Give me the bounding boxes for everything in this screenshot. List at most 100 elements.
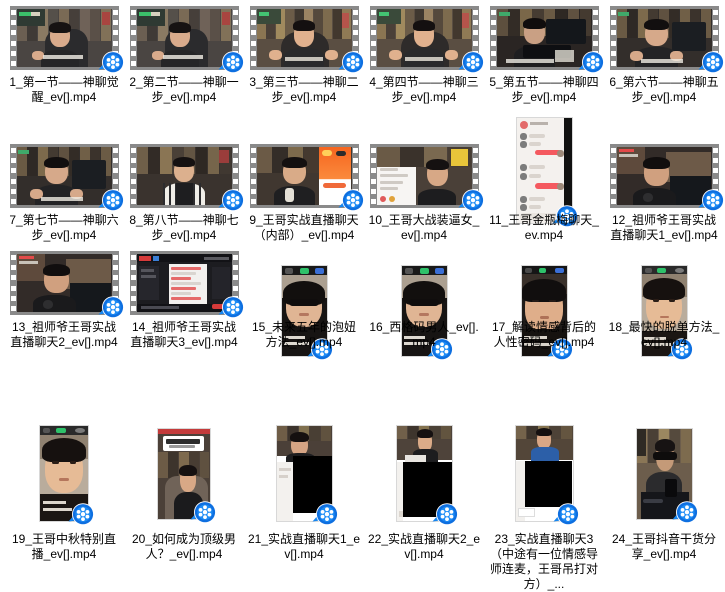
video-file-player-badge-icon[interactable] — [189, 499, 217, 527]
file-name-holder[interactable]: 8_第八节——神聊七步_ev[].mp4 — [124, 210, 244, 243]
file-thumbnail[interactable] — [157, 428, 216, 524]
art-shape — [148, 147, 160, 174]
art-shape — [136, 147, 148, 174]
file-thumbnail-holder[interactable] — [4, 251, 124, 319]
file-thumbnail[interactable] — [9, 251, 124, 319]
file-thumbnail[interactable] — [9, 6, 124, 74]
art-shape — [556, 149, 564, 157]
file-thumbnail-holder[interactable] — [484, 6, 604, 74]
file-thumbnail[interactable] — [609, 6, 724, 74]
file-thumbnail-holder[interactable] — [364, 425, 484, 526]
file-name-holder[interactable]: 7_第七节——神聊六步_ev[].mp4 — [4, 210, 124, 243]
file-thumbnail[interactable] — [129, 6, 244, 74]
art-shape — [376, 147, 400, 167]
file-name-holder[interactable]: 22_实战直播聊天2_ev[].mp4 — [364, 529, 484, 562]
art-shape — [43, 428, 50, 433]
file-thumbnail[interactable] — [275, 425, 338, 526]
file-thumbnail[interactable] — [369, 144, 484, 212]
file-name-holder[interactable]: 4_第四节——神聊三步_ev[].mp4 — [364, 72, 484, 105]
video-file-player-badge-icon[interactable] — [552, 501, 580, 529]
file-thumbnail-holder[interactable] — [124, 428, 244, 524]
video-file-player-badge-icon[interactable] — [431, 501, 459, 529]
file-thumbnail[interactable] — [609, 144, 724, 212]
file-name-holder[interactable]: 17_解读情感背后的人性密码_ev[].mp4 — [484, 317, 604, 350]
file-thumbnail-holder[interactable] — [364, 6, 484, 74]
file-thumbnail-holder[interactable] — [244, 144, 364, 212]
file-name-holder[interactable]: 10_王哥大战装逼女_ev[].mp4 — [364, 210, 484, 243]
file-thumbnail[interactable] — [369, 6, 484, 74]
file-thumbnail-holder[interactable] — [484, 425, 604, 526]
filmstrip-hole — [232, 255, 238, 260]
file-thumbnail-holder[interactable] — [364, 144, 484, 212]
file-name-holder[interactable]: 14_祖师爷王哥实战直播聊天3_ev[].mp4 — [124, 317, 244, 350]
art-shape — [322, 150, 332, 156]
file-thumbnail-holder[interactable] — [604, 6, 724, 74]
file-thumbnail[interactable] — [515, 117, 578, 228]
file-thumbnail[interactable] — [249, 144, 364, 212]
file-name-holder[interactable]: 11_王哥金瓶梅聊天_ev.mp4 — [484, 210, 604, 243]
file-name-holder[interactable]: 18_最快的脱单方法_ev[].mp4 — [604, 317, 724, 350]
file-thumbnail-holder[interactable] — [4, 144, 124, 212]
file-thumbnail-holder[interactable] — [244, 6, 364, 74]
file-name-holder[interactable]: 12_祖师爷王哥实战直播聊天1_ev[].mp4 — [604, 210, 724, 243]
art-shape — [644, 268, 652, 273]
file-name-holder[interactable]: 24_王哥抖音干货分享_ev[].mp4 — [604, 529, 724, 562]
file-thumbnail[interactable] — [395, 425, 458, 526]
file-thumbnail-holder[interactable] — [244, 425, 364, 526]
file-thumbnail[interactable] — [129, 144, 244, 212]
file-name-holder[interactable]: 15_未来五年的泡妞方法_ev[].mp4 — [244, 317, 364, 350]
file-name-holder[interactable]: 21_实战直播聊天1_ev[].mp4 — [244, 529, 364, 562]
art-shape — [643, 193, 653, 202]
file-thumbnail-holder[interactable] — [4, 6, 124, 74]
art-shape — [556, 183, 564, 191]
filmstrip-hole — [370, 10, 376, 15]
file-thumbnail[interactable] — [514, 425, 579, 526]
file-name-holder[interactable]: 2_第二节——神聊一步_ev[].mp4 — [124, 72, 244, 105]
video-file-player-badge-icon[interactable] — [67, 501, 95, 529]
file-name-holder[interactable]: 20_如何成为顶级男人？_ev[].mp4 — [124, 529, 244, 562]
art-shape — [379, 180, 403, 184]
filmstrip-hole — [232, 265, 238, 271]
art-shape — [140, 306, 179, 309]
video-file-player-badge-icon[interactable] — [311, 501, 339, 529]
file-name-holder[interactable]: 3_第三节——神聊二步_ev[].mp4 — [244, 72, 364, 105]
file-thumbnail[interactable] — [635, 428, 698, 524]
file-name-holder[interactable]: 9_王哥实战直播聊天（内部）_ev[].mp4 — [244, 210, 364, 243]
art-shape — [656, 268, 666, 273]
art-shape — [170, 287, 197, 291]
art-shape — [278, 475, 289, 479]
art-shape — [435, 268, 444, 274]
art-shape — [18, 256, 34, 259]
file-name-label: 4_第四节——神聊三步_ev[].mp4 — [369, 75, 479, 104]
art-shape — [341, 13, 349, 28]
filmstrip-hole — [610, 178, 616, 184]
file-thumbnail-holder[interactable] — [124, 6, 244, 74]
file-thumbnail-holder[interactable] — [484, 117, 604, 228]
file-thumbnail[interactable] — [129, 251, 244, 319]
file-name-holder[interactable]: 16_西格码男人_ev[].mp4 — [364, 317, 484, 350]
file-thumbnail-holder[interactable] — [604, 144, 724, 212]
file-name-holder[interactable]: 13_祖师爷王哥实战直播聊天2_ev[].mp4 — [4, 317, 124, 350]
file-thumbnail-holder[interactable] — [4, 425, 124, 526]
video-file-player-badge-icon[interactable] — [671, 499, 699, 527]
file-thumbnail[interactable] — [9, 144, 124, 212]
filmstrip-perforations-left — [130, 9, 137, 67]
file-thumbnail-holder[interactable] — [604, 428, 724, 524]
filmstrip-perforations-left — [610, 9, 617, 67]
file-name-holder[interactable]: 1_第一节——神聊觉醒_ev[].mp4 — [4, 72, 124, 105]
filmstrip-hole — [112, 158, 118, 164]
filmstrip-hole — [10, 255, 16, 260]
art-shape — [276, 426, 287, 442]
file-thumbnail[interactable] — [39, 425, 94, 526]
file-name-holder[interactable]: 5_第五节——神聊四步_ev[].mp4 — [484, 72, 604, 105]
file-thumbnail[interactable] — [489, 6, 604, 74]
file-thumbnail-holder[interactable] — [124, 251, 244, 319]
file-thumbnail-holder[interactable] — [124, 144, 244, 212]
art-shape — [18, 12, 31, 16]
file-thumbnail[interactable] — [249, 6, 364, 74]
art-shape — [665, 479, 678, 498]
art-shape — [170, 282, 202, 286]
file-name-holder[interactable]: 6_第六节——神聊五步_ev[].mp4 — [604, 72, 724, 105]
art-shape — [561, 426, 572, 440]
file-name-holder[interactable]: 19_王哥中秋特别直播_ev[].mp4 — [4, 529, 124, 562]
